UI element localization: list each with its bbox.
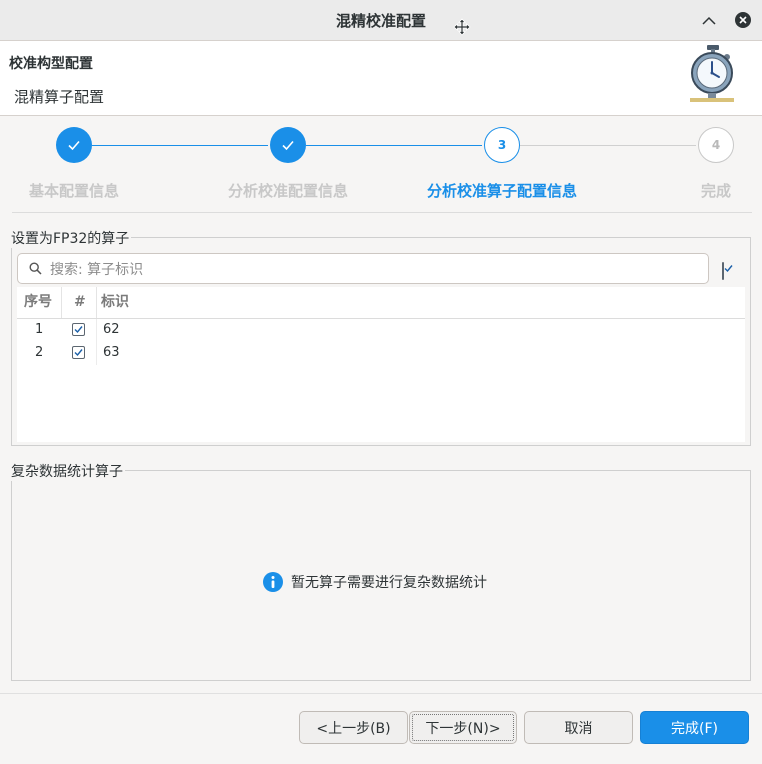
cancel-button[interactable]: 取消 [524,711,633,744]
column-divider [96,287,97,318]
row-index: 1 [35,322,44,337]
step-2-circle [270,127,306,163]
checkmark-icon [74,326,83,334]
checkmark-icon [282,140,294,151]
step-4-label: 完成 [700,182,732,200]
fp32-group-legend: 设置为FP32的算子 [11,228,132,248]
operator-search [17,253,709,284]
column-header-check[interactable]: # [74,287,86,318]
previous-button[interactable]: <上一步(B) [299,711,408,744]
stepper-divider [12,212,752,213]
empty-state-message: 暂无算子需要进行复杂数据统计 [291,575,487,591]
search-input[interactable] [48,257,692,282]
column-header-index[interactable]: 序号 [24,287,52,318]
header-subtitle: 混精算子配置 [14,88,105,106]
select-all-checkbox[interactable] [722,262,733,280]
checkmark-icon [68,140,80,151]
close-button[interactable] [735,12,751,28]
step-1-label: 基本配置信息 [28,182,120,200]
step-3-circle: 3 [484,127,520,163]
operator-table: 序号 # 标识 1 62 2 63 [17,287,745,442]
column-divider [96,342,97,365]
table-row[interactable]: 2 63 [17,342,745,365]
column-divider [61,287,62,318]
empty-state: 暂无算子需要进行复杂数据统计 [263,572,487,592]
step-connector [306,145,482,146]
table-row[interactable]: 1 62 [17,319,745,342]
step-3-label: 分析校准算子配置信息 [426,182,578,200]
table-header: 序号 # 标识 [17,287,745,319]
step-connector [92,145,268,146]
step-connector [520,145,696,146]
row-checkbox[interactable] [72,323,85,336]
window-title: 混精校准配置 [335,12,426,30]
collapse-button[interactable] [698,10,720,32]
row-index: 2 [35,345,44,360]
complex-group-legend: 复杂数据统计算子 [11,461,125,481]
footer-divider [0,693,762,694]
stopwatch-icon [686,43,738,103]
next-button[interactable]: 下一步(N)> [409,711,517,744]
column-header-id[interactable]: 标识 [101,287,129,318]
checkmark-icon [724,265,733,273]
step-2-label: 分析校准配置信息 [227,182,349,200]
header-title: 校准构型配置 [9,56,93,72]
step-4-circle: 4 [698,127,734,163]
row-checkbox[interactable] [72,346,85,359]
wizard-stepper: 3 4 基本配置信息 分析校准配置信息 分析校准算子配置信息 完成 [0,116,762,212]
row-operator-id: 63 [103,345,120,360]
info-icon [263,572,283,592]
close-icon [739,16,747,24]
row-operator-id: 62 [103,322,120,337]
checkmark-icon [74,349,83,357]
finish-button[interactable]: 完成(F) [640,711,749,744]
wizard-header: 校准构型配置 混精算子配置 [0,41,762,116]
move-cursor-icon [453,18,471,36]
title-bar: 混精校准配置 [0,0,762,41]
search-icon [29,262,42,279]
column-divider [96,319,97,342]
step-1-circle [56,127,92,163]
